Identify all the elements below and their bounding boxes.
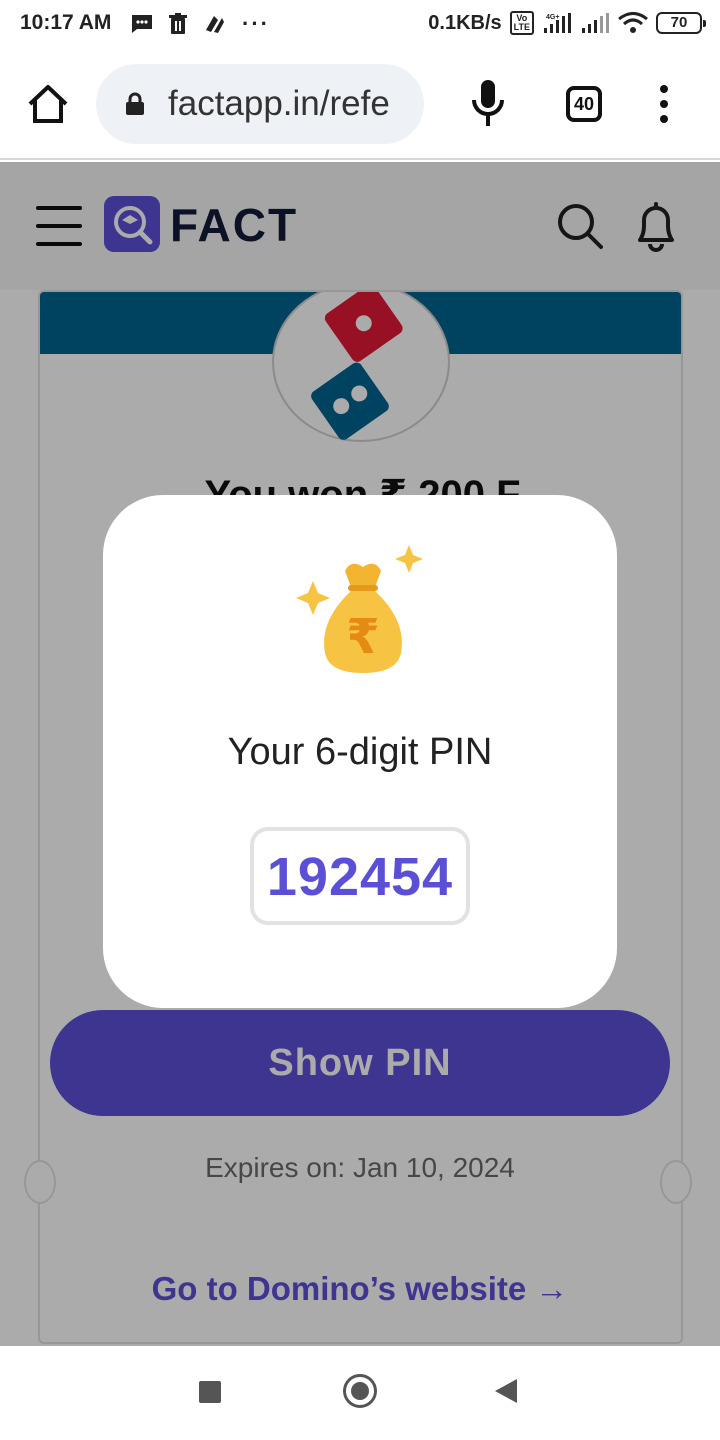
network-type: 4G+ <box>546 14 559 21</box>
message-icon <box>130 12 154 36</box>
menu-dots-icon[interactable] <box>650 84 678 124</box>
lock-icon <box>126 92 144 115</box>
status-bar: 10:17 AM ··· 0.1KB/s Vo LTE 4G+ 70 <box>0 0 720 48</box>
mic-icon[interactable] <box>470 78 506 130</box>
signal-icon: 4G+ <box>544 13 571 33</box>
app-icon <box>202 12 226 36</box>
signal-2-icon <box>582 13 609 33</box>
network-speed: 0.1KB/s <box>428 11 502 34</box>
status-notification-icons: ··· <box>130 12 270 36</box>
status-time: 10:17 AM <box>20 11 112 34</box>
pin-code[interactable]: 192454 <box>250 827 470 925</box>
browser-toolbar: factapp.in/refe 40 <box>0 48 720 160</box>
system-nav-bar <box>0 1346 720 1440</box>
svg-text:₹: ₹ <box>346 609 379 665</box>
back-icon[interactable] <box>495 1379 517 1403</box>
recent-apps-icon[interactable] <box>199 1381 221 1403</box>
wifi-icon <box>618 12 648 33</box>
overflow-dots-icon: ··· <box>242 11 270 36</box>
tab-switcher-button[interactable]: 40 <box>566 86 602 122</box>
pin-modal-title: Your 6-digit PIN <box>227 731 493 773</box>
trash-icon <box>166 12 190 36</box>
address-bar[interactable]: factapp.in/refe <box>96 64 424 144</box>
home-circle-icon[interactable] <box>343 1374 377 1408</box>
money-bag-rupee-icon: ₹ <box>296 545 423 673</box>
url-text[interactable]: factapp.in/refe <box>168 84 408 124</box>
volte-icon: Vo LTE <box>509 11 534 35</box>
battery-icon: 70 <box>656 12 706 34</box>
status-right: 0.1KB/s Vo LTE 4G+ 70 <box>428 11 706 35</box>
pin-modal: ₹ Your 6-digit PIN 192454 <box>103 495 617 1008</box>
home-icon[interactable] <box>26 82 70 126</box>
